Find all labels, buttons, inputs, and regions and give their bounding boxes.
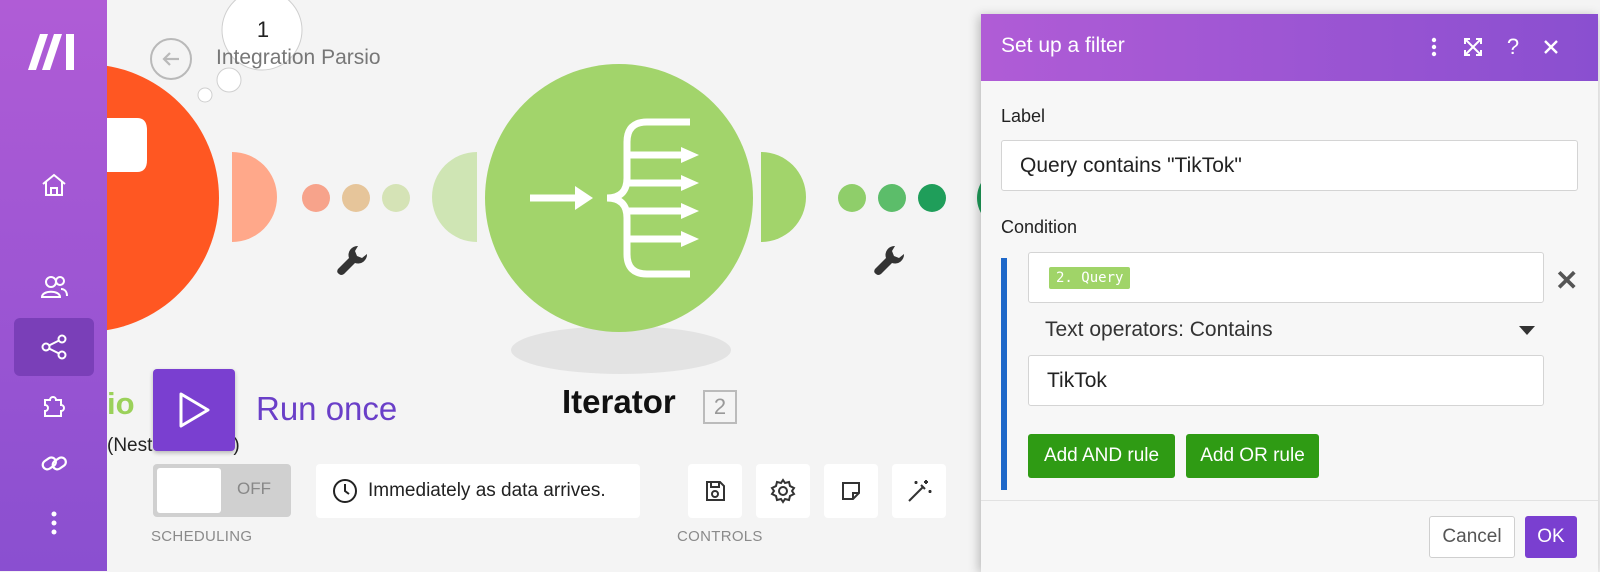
clock-icon	[333, 479, 357, 503]
users-icon	[40, 276, 68, 298]
expand-icon[interactable]	[1460, 34, 1486, 60]
arrow-left-icon	[162, 52, 179, 66]
condition-value-input[interactable]: TikTok	[1028, 355, 1544, 406]
home-icon	[42, 173, 66, 196]
sidebar-item-apps[interactable]	[14, 377, 94, 435]
controls-caption: CONTROLS	[677, 528, 763, 545]
wrench-icon[interactable]	[874, 245, 905, 275]
play-icon	[179, 392, 210, 428]
make-logo[interactable]	[26, 30, 82, 72]
toggle-state: OFF	[237, 479, 271, 498]
gear-icon	[770, 478, 796, 504]
settings-button[interactable]	[756, 464, 810, 518]
iterator-label: Iterator	[562, 383, 676, 420]
chevron-down-icon[interactable]	[1519, 326, 1535, 335]
sidebar-item-connections[interactable]	[14, 434, 94, 492]
sidebar-item-home[interactable]	[14, 156, 94, 214]
run-once-label[interactable]: Run once	[256, 390, 397, 428]
panel-footer: Cancel OK	[981, 500, 1598, 572]
wrench-icon[interactable]	[337, 245, 368, 275]
puzzle-icon	[44, 396, 65, 417]
connector-handle-right[interactable]	[232, 152, 277, 242]
note-icon	[842, 482, 860, 500]
run-once-button[interactable]	[153, 369, 235, 451]
module-number-badge: 2	[703, 390, 737, 424]
connector-handle-right[interactable]	[761, 152, 806, 242]
condition-field-input[interactable]: 2. Query	[1028, 252, 1544, 303]
scenario-title[interactable]: Integration Parsio	[216, 46, 381, 70]
sidebar	[0, 0, 107, 571]
schedule-text: Immediately as data arrives.	[368, 480, 606, 501]
connector-handle-left[interactable]	[432, 152, 477, 242]
panel-title: Set up a filter	[1001, 34, 1125, 57]
cancel-button[interactable]: Cancel	[1429, 516, 1515, 558]
link-icon	[41, 456, 67, 471]
add-and-rule-button[interactable]: Add AND rule	[1028, 434, 1175, 478]
toggle-knob	[157, 468, 221, 513]
filter-panel: Set up a filter ? Label Query contains "…	[981, 14, 1598, 572]
close-icon[interactable]	[1538, 34, 1564, 60]
sidebar-item-more[interactable]	[14, 494, 94, 552]
remove-condition-icon[interactable]: ✕	[1555, 264, 1578, 297]
help-icon[interactable]: ?	[1500, 34, 1526, 60]
magic-wand-icon	[908, 480, 932, 502]
notes-button[interactable]	[824, 464, 878, 518]
auto-align-button[interactable]	[892, 464, 946, 518]
add-or-rule-button[interactable]: Add OR rule	[1186, 434, 1319, 478]
ok-button[interactable]: OK	[1525, 516, 1577, 558]
condition-group-bar	[1001, 258, 1007, 490]
more-icon	[51, 511, 57, 535]
panel-header: Set up a filter ?	[981, 14, 1598, 81]
operator-select[interactable]: Text operators: Contains	[1045, 318, 1273, 342]
filter-label-input[interactable]: Query contains "TikTok"	[1001, 140, 1578, 191]
condition-label: Condition	[1001, 217, 1078, 237]
mapped-field-pill[interactable]: 2. Query	[1049, 266, 1131, 289]
back-button[interactable]	[150, 38, 192, 80]
scheduling-caption: SCHEDULING	[151, 528, 253, 545]
share-icon	[41, 334, 67, 360]
more-vertical-icon[interactable]	[1421, 34, 1447, 60]
sidebar-item-scenarios[interactable]	[14, 318, 94, 376]
save-icon	[706, 481, 725, 501]
parsio-module[interactable]	[107, 64, 219, 332]
label-field-label: Label	[1001, 106, 1046, 126]
schedule-setting[interactable]: Immediately as data arrives.	[316, 464, 640, 518]
sidebar-item-team[interactable]	[14, 258, 94, 316]
save-button[interactable]	[688, 464, 742, 518]
scheduling-toggle[interactable]: OFF	[153, 464, 291, 517]
module-label: io	[107, 386, 135, 421]
